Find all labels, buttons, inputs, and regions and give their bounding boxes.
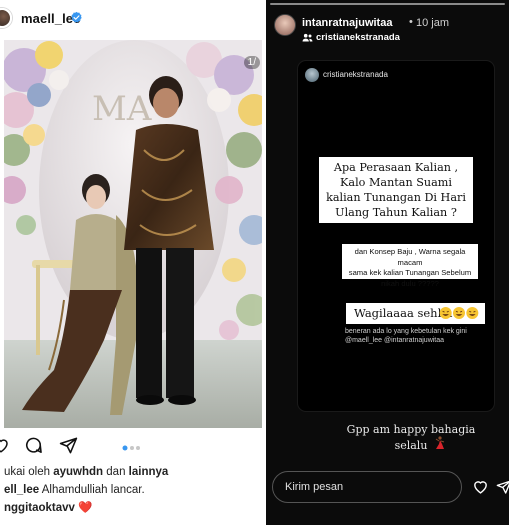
- exclaim-text: Wagilaaaa sehhh: [354, 306, 453, 320]
- comment-line: nggitaoktavv ❤️: [4, 500, 92, 514]
- liked-by-mid: dan: [103, 466, 129, 478]
- carousel-pager: 1/: [243, 56, 260, 69]
- verified-badge-icon: [71, 11, 82, 23]
- story-text-sticker: Gpp am happy bahagia selalu: [336, 422, 486, 454]
- dancer-emoji-icon: [435, 436, 445, 449]
- tagged-people-icon: [302, 33, 313, 42]
- card-username: cristianekstranada: [323, 70, 388, 79]
- instagram-story: intanratnajuwitaa • 10 jam cristianekstr…: [266, 0, 509, 525]
- question-line: kalian Tunangan Di Hari: [326, 191, 466, 204]
- comment-emoji: ❤️: [78, 502, 93, 514]
- question-line: Kalo Mantan Suami: [340, 176, 452, 189]
- exclaim-text-box: Wagilaaaa sehhh: [346, 303, 485, 324]
- send-icon[interactable]: [496, 479, 509, 495]
- question-line: Ulang Tahun Kalian ?: [335, 206, 457, 219]
- post-photo[interactable]: MA 1/: [4, 40, 262, 428]
- caption-username[interactable]: ell_lee: [4, 484, 39, 496]
- detail-line: dan Konsep Baju , Warna segala macam: [354, 247, 466, 267]
- share-send-icon[interactable]: [59, 436, 78, 455]
- detail-line: sama kek kalian Tunangan Sebelum: [348, 268, 472, 277]
- caption-text: Alhamdulliah lancar.: [39, 484, 145, 496]
- liked-by-others[interactable]: lainnya: [129, 466, 169, 478]
- svg-text:MA: MA: [92, 89, 152, 129]
- sticker-line: Gpp am happy bahagia: [346, 423, 476, 436]
- time-separator: •: [409, 16, 413, 28]
- reply-message-input[interactable]: Kirim pesan: [272, 471, 462, 503]
- engagement-photo-illustration: MA: [4, 40, 262, 428]
- post-header: maell_lee: [0, 0, 266, 38]
- sticker-line: selalu: [394, 439, 428, 452]
- post-caption: ell_lee Alhamdulliah lancar.: [4, 484, 145, 496]
- avatar[interactable]: [0, 8, 12, 28]
- reposted-story-card[interactable]: cristianekstranada Apa Perasaan Kalian ,…: [297, 60, 495, 412]
- story-username[interactable]: intanratnajuwitaa: [302, 17, 392, 29]
- liked-by-prefix: ukai oleh: [4, 466, 54, 478]
- comment-icon[interactable]: [24, 436, 43, 455]
- story-avatar[interactable]: [274, 14, 296, 36]
- heart-icon[interactable]: [472, 478, 489, 495]
- note-mentions[interactable]: @maell_lee @intanratnajuwitaa: [345, 336, 485, 345]
- comment-username[interactable]: nggitaoktavv: [4, 502, 75, 514]
- instagram-post: maell_lee MA 1/ ukai oleh ayuwhdn dan la…: [0, 0, 266, 525]
- liked-by-user[interactable]: ayuwhdn: [53, 466, 103, 478]
- note-line: beneran ada lo yang kebetulan kek gini: [345, 328, 467, 335]
- likes-line: ukai oleh ayuwhdn dan lainnya: [4, 466, 168, 478]
- story-timestamp: 10 jam: [416, 17, 450, 29]
- like-heart-icon[interactable]: [0, 436, 10, 454]
- mention-note: beneran ada lo yang kebetulan kek gini @…: [345, 327, 485, 345]
- question-line: Apa Perasaan Kalian ,: [333, 161, 459, 174]
- question-text-box: Apa Perasaan Kalian , Kalo Mantan Suami …: [319, 157, 473, 223]
- carousel-dots: [122, 445, 140, 451]
- detail-line: nikah dulu ?????: [381, 278, 439, 288]
- story-progress-bar: [270, 3, 505, 5]
- reply-placeholder: Kirim pesan: [285, 481, 344, 493]
- tagged-account[interactable]: cristianekstranada: [316, 32, 400, 43]
- card-avatar: [305, 68, 319, 82]
- detail-text-box: dan Konsep Baju , Warna segala macam sam…: [342, 244, 478, 288]
- laughing-emoji-icon: [439, 307, 479, 319]
